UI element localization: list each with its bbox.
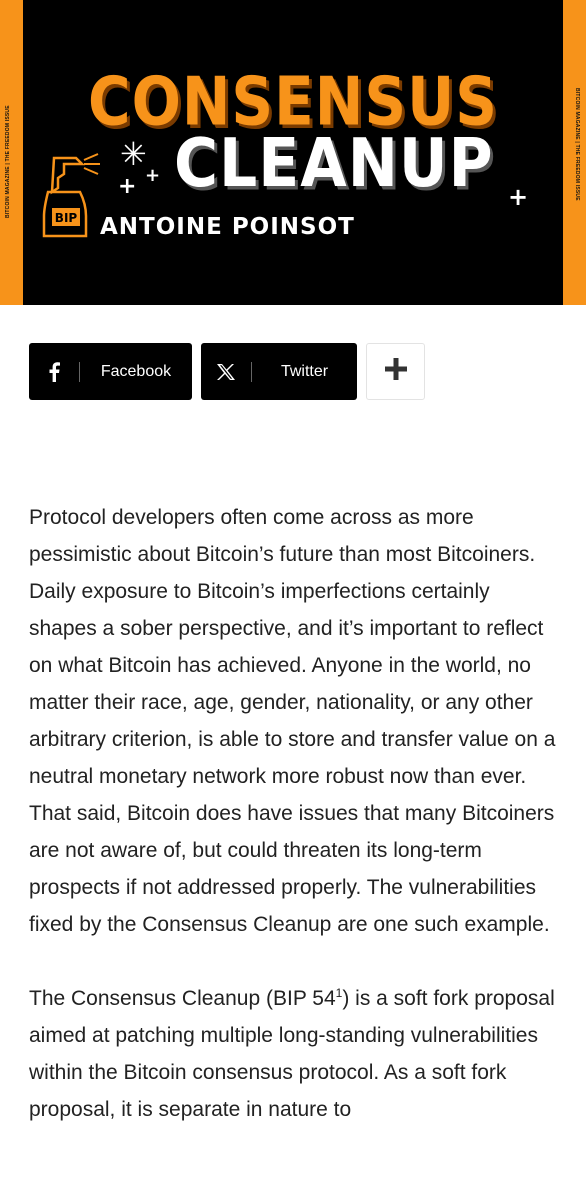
facebook-icon — [29, 361, 79, 382]
plus-sparkle-icon: + — [118, 174, 137, 199]
left-orange-strip: BITCOIN MAGAZINE | THE FREEDOM ISSUE — [0, 0, 23, 305]
spray-bottle-icon: BIP — [42, 153, 100, 238]
bottle-label: BIP — [55, 211, 78, 225]
twitter-label: Twitter — [280, 362, 329, 380]
hero-banner: BITCOIN MAGAZINE | THE FREEDOM ISSUE BIT… — [0, 0, 586, 305]
side-text-left: BITCOIN MAGAZINE | THE FREEDOM ISSUE — [5, 105, 11, 218]
plus-sparkle-icon: + — [145, 165, 161, 186]
plus-icon — [384, 357, 408, 386]
article-paragraph: The Consensus Cleanup (BIP 541) is a sof… — [29, 980, 563, 1128]
x-icon — [201, 363, 251, 381]
side-text-right: BITCOIN MAGAZINE | THE FREEDOM ISSUE — [574, 88, 580, 201]
hero-author: ANTOINE POINSOT — [100, 214, 355, 240]
paragraph-text: The Consensus Cleanup (BIP 54 — [29, 987, 336, 1010]
right-orange-strip: BITCOIN MAGAZINE | THE FREEDOM ISSUE — [563, 0, 586, 305]
share-buttons: Facebook Twitter — [29, 343, 425, 400]
more-share-button[interactable] — [366, 343, 425, 400]
article-paragraph: Protocol developers often come across as… — [29, 506, 556, 936]
article-body: Protocol developers often come across as… — [29, 499, 563, 1165]
facebook-label: Facebook — [100, 362, 172, 380]
facebook-share-button[interactable]: Facebook — [29, 343, 192, 400]
twitter-share-button[interactable]: Twitter — [201, 343, 357, 400]
sparkle-icon: ✳ — [120, 135, 147, 173]
hero-title-line2: CLEANUP — [174, 124, 494, 203]
plus-sparkle-icon: + — [508, 183, 529, 211]
